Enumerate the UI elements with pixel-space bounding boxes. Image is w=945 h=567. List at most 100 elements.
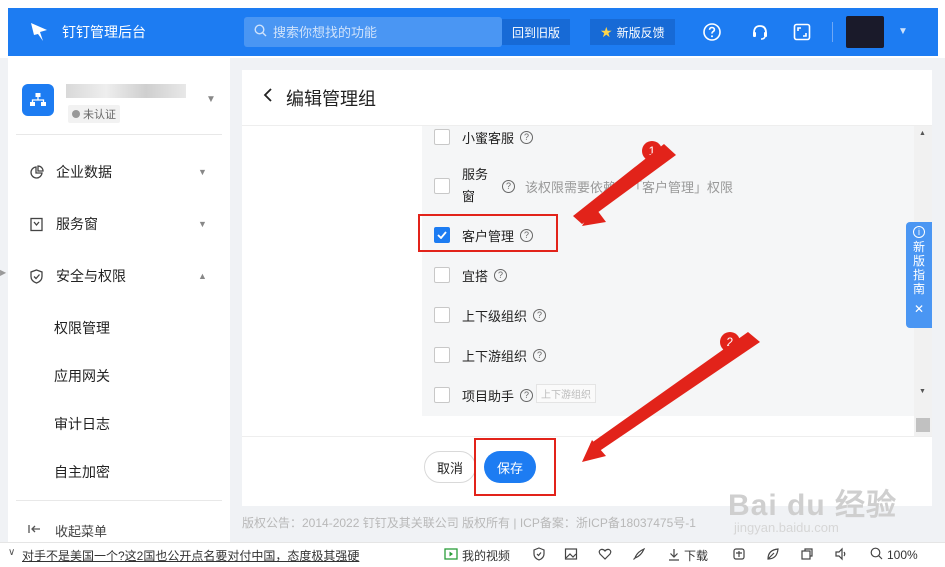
permission-label: 上下级组织	[462, 308, 528, 324]
sidebar-item-label: 服务窗	[56, 216, 98, 232]
permission-label-line: 窗	[462, 189, 476, 204]
step-marker: 1	[642, 141, 662, 161]
sidebar-divider	[16, 500, 222, 501]
main-card: 编辑管理组 小蜜客服 ? 服务 窗 ? 该权限需要依赖于「客户管理」权限 客户管…	[242, 70, 932, 506]
topbar-divider	[832, 22, 833, 42]
service-window-icon	[28, 216, 44, 232]
sidebar-subitem-audit-log[interactable]: 审计日志	[8, 404, 230, 444]
permission-item[interactable]: 小蜜客服 ?	[434, 126, 534, 152]
checkbox[interactable]	[434, 347, 450, 363]
new-feedback-button[interactable]: ★ 新版反馈	[590, 19, 675, 45]
guide-char: 南	[912, 282, 925, 296]
browser-status-bar: ∨ 对手不是美国一个?这2国也公开点名要对付中国，态度极其强硬 我的视频 下载	[0, 542, 945, 567]
guide-char: 新	[912, 240, 925, 254]
app-title[interactable]: 钉钉管理后台	[62, 22, 222, 42]
star-icon: ★	[600, 23, 613, 40]
checkbox[interactable]	[434, 129, 450, 145]
highlight-box	[418, 214, 558, 252]
leaf-icon[interactable]	[766, 547, 780, 561]
permission-item[interactable]: 上下游组织 ?	[434, 340, 547, 370]
rocket-icon[interactable]	[632, 547, 646, 561]
chevron-down-icon: ▼	[198, 167, 207, 177]
permission-list: 小蜜客服 ? 服务 窗 ? 该权限需要依赖于「客户管理」权限 客户管理 ? 宜搭…	[422, 126, 914, 416]
sidebar-divider	[16, 134, 222, 135]
top-bar: 钉钉管理后台 回到旧版 ★ 新版反馈 ▼	[0, 0, 945, 58]
verification-badge: 未认证	[68, 105, 120, 123]
volume-icon[interactable]	[834, 547, 848, 561]
translate-icon[interactable]	[732, 547, 746, 561]
cancel-button[interactable]: 取消	[424, 451, 476, 483]
help-icon[interactable]: ?	[520, 388, 534, 402]
scroll-thumb[interactable]	[916, 418, 930, 432]
page-header: 编辑管理组	[242, 70, 932, 126]
permission-item[interactable]: 服务 窗 ? 该权限需要依赖于「客户管理」权限	[434, 164, 733, 208]
search-input[interactable]	[273, 24, 473, 40]
window-icon[interactable]	[800, 547, 814, 561]
status-dot-icon	[72, 110, 80, 118]
my-video-label: 我的视频	[462, 549, 511, 563]
chevron-down-icon[interactable]: ▼	[898, 26, 908, 37]
zoom-icon	[870, 547, 883, 563]
heart-pulse-icon[interactable]	[598, 547, 612, 561]
baidu-watermark: Bai du 经验	[728, 489, 898, 522]
sidebar-subitem-gateway[interactable]: 应用网关	[8, 356, 230, 396]
back-to-old-version-button[interactable]: 回到旧版	[502, 19, 571, 45]
user-avatar[interactable]	[846, 16, 884, 48]
scroll-up-icon[interactable]: ▲	[919, 130, 926, 137]
org-switcher[interactable]: 未认证 ▼	[22, 80, 222, 140]
guide-char: 指	[912, 268, 925, 282]
chevron-down-icon[interactable]: ∨	[8, 547, 15, 558]
checkbox[interactable]	[434, 267, 450, 283]
sidebar-item-security[interactable]: 安全与权限 ▲	[8, 256, 230, 296]
zoom-level: 100%	[887, 548, 918, 562]
close-icon[interactable]: ✕	[914, 302, 924, 316]
guide-char: 版	[912, 254, 925, 268]
permission-item[interactable]: 项目助手 ?	[434, 380, 534, 410]
download-icon	[668, 548, 680, 564]
sidebar-subitem-permission[interactable]: 权限管理	[8, 308, 230, 348]
help-icon[interactable]	[700, 20, 724, 44]
my-video-button[interactable]: 我的视频	[444, 547, 510, 564]
top-bar-inner: 钉钉管理后台 回到旧版 ★ 新版反馈 ▼	[8, 8, 938, 56]
scroll-down-icon[interactable]: ▼	[919, 388, 926, 395]
zoom-control[interactable]: 100%	[870, 547, 918, 563]
download-button[interactable]: 下载	[668, 547, 708, 564]
page-title: 编辑管理组	[286, 88, 376, 109]
shield-icon[interactable]	[532, 547, 546, 561]
new-version-guide-tab[interactable]: i 新 版 指 南 ✕	[906, 222, 932, 328]
permission-label: 小蜜客服	[462, 130, 515, 146]
dingtalk-logo-icon[interactable]	[28, 21, 50, 43]
permission-label: 项目助手	[462, 388, 515, 404]
chevron-down-icon[interactable]: ▼	[206, 94, 216, 105]
image-icon[interactable]	[564, 547, 578, 561]
help-icon[interactable]: ?	[533, 348, 547, 362]
help-icon[interactable]: ?	[533, 308, 547, 322]
permission-item[interactable]: 上下级组织 ?	[434, 300, 547, 330]
chevron-up-icon: ▲	[198, 271, 207, 281]
search-box[interactable]	[244, 17, 502, 47]
news-link[interactable]: 对手不是美国一个?这2国也公开点名要对付中国，态度极其强硬	[22, 547, 359, 564]
permission-label-line: 服务	[462, 167, 489, 182]
sidebar-item-enterprise-data[interactable]: 企业数据 ▼	[8, 152, 230, 192]
collapse-menu-label: 收起菜单	[55, 523, 108, 539]
back-arrow-icon[interactable]	[262, 87, 274, 108]
sidebar-item-service-window[interactable]: 服务窗 ▼	[8, 204, 230, 244]
help-icon[interactable]: ?	[520, 130, 534, 144]
checkbox[interactable]	[434, 387, 450, 403]
step-marker: 2	[720, 332, 740, 352]
help-icon[interactable]: ?	[494, 268, 508, 282]
sidebar-subitem-encryption[interactable]: 自主加密	[8, 452, 230, 492]
help-icon[interactable]: ?	[502, 179, 515, 193]
new-feedback-label: 新版反馈	[616, 25, 665, 40]
headset-icon[interactable]	[748, 20, 772, 44]
shield-icon	[28, 268, 44, 284]
org-name-blurred	[66, 84, 186, 98]
expand-left-icon[interactable]: ▶	[0, 268, 6, 277]
fullscreen-icon[interactable]	[790, 20, 814, 44]
permission-item[interactable]: 宜搭 ?	[434, 260, 508, 290]
checkbox[interactable]	[434, 178, 450, 194]
highlight-box	[474, 438, 556, 496]
search-icon	[254, 24, 267, 40]
verification-badge-label: 未认证	[83, 109, 116, 121]
checkbox[interactable]	[434, 307, 450, 323]
